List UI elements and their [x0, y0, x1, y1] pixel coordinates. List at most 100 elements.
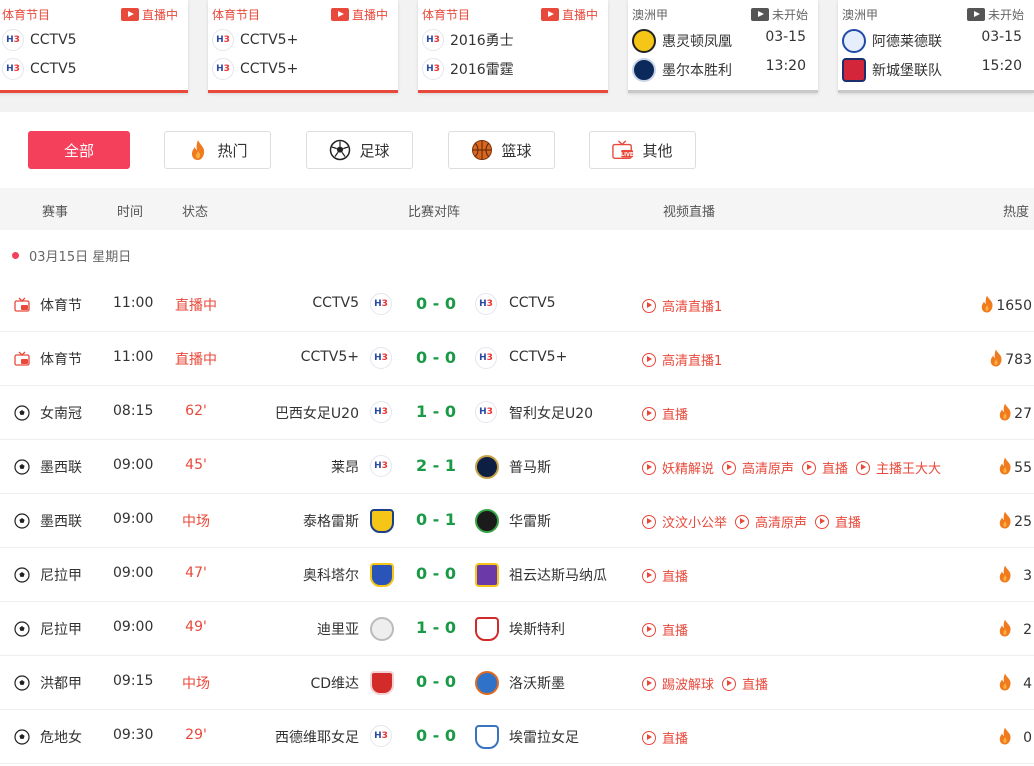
away-team[interactable]: 洛沃斯墨: [509, 673, 565, 693]
stream-link[interactable]: 主播王大大: [856, 458, 941, 477]
match-time: 11:00: [113, 295, 154, 311]
match-row[interactable]: 洪都甲 09:15 中场 CD维达 0 - 0 洛沃斯墨 踢波解球 直播 4: [0, 656, 1034, 710]
match-score[interactable]: 0 - 0: [414, 672, 458, 691]
match-league[interactable]: 危地女: [40, 727, 82, 747]
stream-link[interactable]: 直播: [642, 404, 688, 423]
stream-link[interactable]: 直播: [642, 620, 688, 639]
tab-football[interactable]: 足球: [306, 131, 413, 169]
top-card[interactable]: 体育节目 直播中 H 3 CCTV5+ H 3 CCTV5+: [208, 0, 398, 93]
top-card[interactable]: 体育节目 直播中 H 3 2016勇士 H 3 2016雷霆: [418, 0, 608, 93]
away-team[interactable]: 埃斯特利: [509, 619, 565, 639]
stream-link[interactable]: 高清直播1: [642, 296, 722, 315]
stream-links: 妖精解说 高清原声 直播 主播王大大: [642, 458, 949, 477]
okotal-crest-icon: [370, 563, 394, 587]
match-league[interactable]: 体育节: [40, 295, 82, 315]
match-league[interactable]: 墨西联: [40, 511, 82, 531]
tab-all[interactable]: 全部: [28, 131, 130, 169]
tab-label: 其他: [642, 141, 673, 160]
top-card[interactable]: 体育节目 直播中 H 3 CCTV5 H 3 CCTV5: [0, 0, 188, 93]
match-score[interactable]: 0 - 0: [414, 726, 458, 745]
away-logo: [475, 617, 505, 645]
match-row[interactable]: 墨西联 09:00 中场 泰格雷斯 0 - 1 华雷斯 汶汶小公举 高清原声 直播 25: [0, 494, 1034, 548]
match-league[interactable]: 尼拉甲: [40, 619, 82, 639]
match-score[interactable]: 0 - 0: [414, 348, 458, 367]
match-row[interactable]: 女南冠 08:15 62' 巴西女足U20 H 3 1 - 0 H 3 智利女足U20 直播 27: [0, 386, 1034, 440]
home-team[interactable]: CCTV5+: [301, 349, 359, 365]
away-logo: [475, 455, 505, 483]
top-card[interactable]: 澳洲甲 未开始 阿德莱德联 03-15 新城堡联队 15:20: [838, 0, 1034, 93]
tab-other[interactable]: LIVE 其他: [589, 131, 696, 169]
stream-link-label: 汶汶小公举: [662, 516, 728, 531]
match-row[interactable]: 尼拉甲 09:00 47' 奥科塔尔 0 - 0 祖云达斯马纳瓜 直播 3: [0, 548, 1034, 602]
match-row[interactable]: 尼拉甲 09:00 49' 迪里亚 1 - 0 埃斯特利 直播 2: [0, 602, 1034, 656]
match-row[interactable]: 危地女 09:30 29' 西德维耶女足 H 3 0 - 0 埃雷拉女足 直播 0: [0, 710, 1034, 764]
match-score[interactable]: 0 - 1: [414, 510, 458, 529]
date-dot-icon: [12, 252, 19, 259]
away-team[interactable]: 智利女足U20: [509, 403, 593, 423]
stream-link[interactable]: 直播: [815, 512, 861, 531]
play-circle-icon: [642, 568, 656, 583]
play-circle-icon: [642, 352, 656, 367]
home-team[interactable]: 奥科塔尔: [303, 565, 359, 585]
match-score[interactable]: 1 - 0: [414, 618, 458, 637]
match-score[interactable]: 2 - 1: [414, 456, 458, 475]
card-line: 墨尔本胜利: [632, 58, 732, 82]
away-team[interactable]: CCTV5: [509, 295, 556, 311]
play-circle-icon: [642, 514, 656, 529]
card-line-name: 2016雷霆: [450, 62, 514, 78]
home-team[interactable]: 莱昂: [331, 457, 359, 477]
stream-links: 直播: [642, 566, 696, 585]
stream-link[interactable]: 直播: [722, 674, 768, 693]
wellington-crest-icon: [632, 29, 656, 53]
stream-links: 直播: [642, 620, 696, 639]
play-icon: [750, 8, 769, 21]
stream-link[interactable]: 高清原声: [722, 458, 794, 477]
stream-link[interactable]: 直播: [642, 566, 688, 585]
away-team[interactable]: 埃雷拉女足: [509, 727, 579, 747]
match-league[interactable]: 女南冠: [40, 403, 82, 423]
match-row[interactable]: 墨西联 09:00 45' 莱昂 H 3 2 - 1 普马斯 妖精解说 高清原声 直播 主播王大大 55: [0, 440, 1034, 494]
stream-link[interactable]: 汶汶小公举: [642, 512, 727, 531]
top-card[interactable]: 澳洲甲 未开始 惠灵顿凤凰 03-15 墨尔本胜利 13:20: [628, 0, 818, 93]
match-row[interactable]: 体育节 11:00 直播中 CCTV5 H 3 0 - 0 H 3 CCTV5 高清直播1 1650: [0, 278, 1034, 332]
away-team[interactable]: 普马斯: [509, 457, 551, 477]
home-team[interactable]: 西德维耶女足: [275, 727, 359, 747]
play-circle-icon: [642, 460, 656, 475]
stream-link[interactable]: 踢波解球: [642, 674, 714, 693]
match-time: 11:00: [113, 349, 154, 365]
away-team[interactable]: CCTV5+: [509, 349, 567, 365]
stream-link[interactable]: 直播: [802, 458, 848, 477]
stream-link[interactable]: 妖精解说: [642, 458, 714, 477]
heat: 1650: [980, 295, 1032, 317]
match-row[interactable]: 体育节 11:00 直播中 CCTV5+ H 3 0 - 0 H 3 CCTV5+ 高清直播1 783: [0, 332, 1034, 386]
match-score[interactable]: 0 - 0: [414, 564, 458, 583]
match-score[interactable]: 0 - 0: [414, 294, 458, 313]
home-team[interactable]: 巴西女足U20: [275, 403, 359, 423]
away-team[interactable]: 祖云达斯马纳瓜: [509, 565, 607, 585]
match-league[interactable]: 洪都甲: [40, 673, 82, 693]
home-team[interactable]: CD维达: [310, 673, 359, 693]
stream-link[interactable]: 高清直播1: [642, 350, 722, 369]
tab-basketball[interactable]: 篮球: [448, 131, 555, 169]
stream-link[interactable]: 直播: [642, 728, 688, 747]
tab-label: 篮球: [501, 141, 532, 160]
match-score[interactable]: 1 - 0: [414, 402, 458, 421]
stream-link[interactable]: 高清原声: [735, 512, 807, 531]
stream-link-label: 主播王大大: [876, 462, 942, 477]
stream-links: 汶汶小公举 高清原声 直播: [642, 512, 869, 531]
card-line-name: CCTV5+: [240, 61, 299, 77]
heat: 4: [998, 673, 1032, 695]
date-row: 03月15日 星期日: [12, 246, 131, 265]
header-video: 视频直播: [663, 205, 716, 220]
home-team[interactable]: CCTV5: [312, 295, 359, 311]
match-league[interactable]: 体育节: [40, 349, 82, 369]
tab-hot[interactable]: 热门: [164, 131, 271, 169]
flame-icon: [998, 619, 1014, 641]
away-team[interactable]: 华雷斯: [509, 511, 551, 531]
match-league[interactable]: 墨西联: [40, 457, 82, 477]
header-status: 状态: [182, 205, 209, 220]
home-team[interactable]: 迪里亚: [317, 619, 359, 639]
home-team[interactable]: 泰格雷斯: [303, 511, 359, 531]
match-league[interactable]: 尼拉甲: [40, 565, 82, 585]
play-circle-icon: [642, 676, 656, 691]
